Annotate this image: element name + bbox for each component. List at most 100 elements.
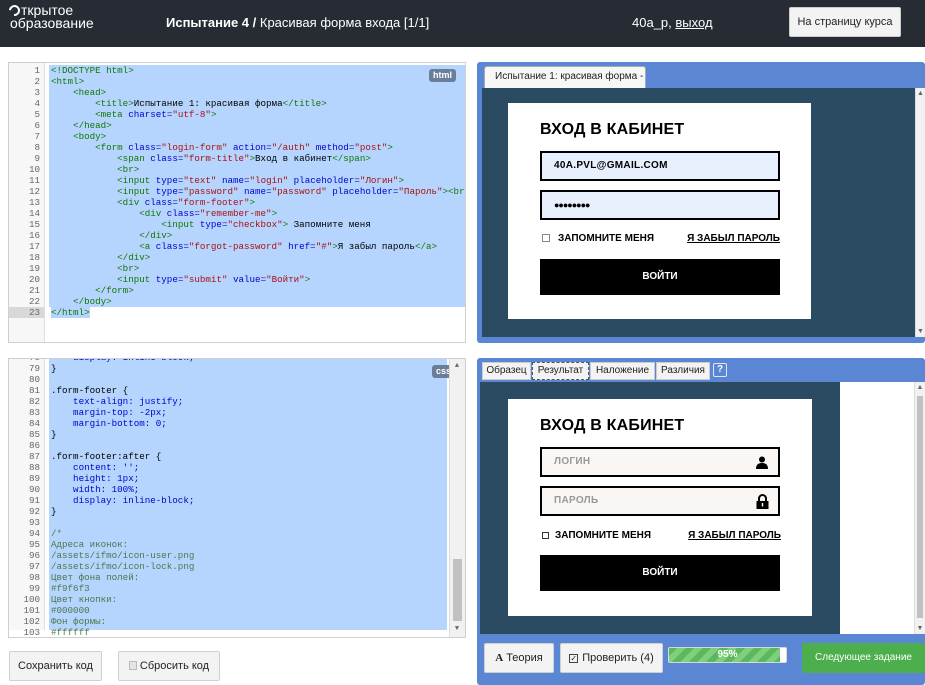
code-line: Фон формы: xyxy=(51,616,107,627)
tab-result[interactable]: Результат xyxy=(532,362,589,380)
line-number: 2 xyxy=(34,76,40,87)
forgot-password-link[interactable]: Я ЗАБЫЛ ПАРОЛЬ xyxy=(687,233,780,244)
line-number: 7 xyxy=(34,131,40,142)
css-scrollbar[interactable]: ▲ ▼ xyxy=(449,359,465,637)
top-bar xyxy=(0,0,925,47)
html-code-area[interactable]: <!DOCTYPE html> <html> <head> <title>Исп… xyxy=(49,63,465,342)
code-line: <div class="form-footer"> xyxy=(49,197,465,208)
remember-checkbox[interactable] xyxy=(542,234,550,242)
line-number: 16 xyxy=(28,230,40,241)
preview-top-scrollbar[interactable]: ▲ ▼ xyxy=(915,88,925,337)
submit-button[interactable]: ВОЙТИ xyxy=(540,259,780,295)
line-number: 95 xyxy=(28,539,40,550)
theory-label: Теория xyxy=(506,652,543,664)
code-line: Цвет кнопки: xyxy=(51,594,118,605)
line-number: 83 xyxy=(28,407,40,418)
scroll-up-arrow-icon[interactable]: ▲ xyxy=(915,384,925,391)
code-line: <head> xyxy=(49,87,465,98)
line-number: 18 xyxy=(28,252,40,263)
code-line: /* xyxy=(51,528,63,539)
code-line: } xyxy=(51,506,57,517)
code-line: width: 100%; xyxy=(51,484,140,495)
code-line: <body> xyxy=(49,131,465,142)
password-input[interactable]: ●●●●●●●● xyxy=(540,190,780,220)
code-line: /assets/ifmo/icon-user.png xyxy=(51,550,195,561)
line-number: 23 xyxy=(9,307,44,318)
line-number: 94 xyxy=(28,528,40,539)
code-line: <br> xyxy=(49,164,465,175)
logo-line2: образование xyxy=(10,15,94,31)
line-number: 21 xyxy=(28,285,40,296)
remember-checkbox[interactable] xyxy=(542,532,549,539)
line-number: 5 xyxy=(34,109,40,120)
code-line: </div> xyxy=(49,252,465,263)
line-number: 8 xyxy=(34,142,40,153)
tab-overlay[interactable]: Наложение xyxy=(590,362,655,380)
html-editor-gutter: 1 2 3 4 5 6 7 8 9 10 11 12 13 14 15 16 17 18 19 20 21 22 23 xyxy=(9,63,45,342)
code-line: <html> xyxy=(49,76,465,87)
line-number: 85 xyxy=(28,429,40,440)
css-editor[interactable]: 7879808182838485868788899091929394959697… xyxy=(8,358,466,638)
line-number: 6 xyxy=(34,120,40,131)
code-line: } xyxy=(51,363,57,374)
code-line: <input type="password" name="password" p… xyxy=(49,186,465,197)
code-line: #000000 xyxy=(51,605,90,616)
scroll-up-arrow-icon[interactable]: ▲ xyxy=(916,90,925,97)
trash-icon xyxy=(128,661,137,670)
login-placeholder: ЛОГИН xyxy=(554,456,591,467)
code-line: <input type="text" name="login" placehol… xyxy=(49,175,465,186)
code-line: #f9f6f3 xyxy=(51,583,90,594)
css-code-area[interactable]: display: inline-block;} .form-footer { te… xyxy=(49,359,447,637)
check-icon: ✓ xyxy=(569,654,579,663)
preview-bottom-scrollbar[interactable]: ▲ ▼ xyxy=(914,382,925,634)
line-number: 88 xyxy=(28,462,40,473)
remember-me[interactable]: ЗАПОМНИТЕ МЕНЯ xyxy=(542,530,651,541)
code-line: content: ''; xyxy=(51,462,140,473)
html-editor[interactable]: 1 2 3 4 5 6 7 8 9 10 11 12 13 14 15 16 17 18 19 20 21 22 23 <!… xyxy=(8,62,466,343)
scroll-down-arrow-icon[interactable]: ▼ xyxy=(916,328,925,335)
preview-viewport-top: ВХОД В КАБИНЕТ 40A.PVL@GMAIL.COM ●●●●●●●… xyxy=(482,88,915,337)
task-title: Испытание 4 / Красивая форма входа [1/1] xyxy=(166,15,429,30)
code-line: <span class="form-title">Вход в кабинет<… xyxy=(49,153,465,164)
theory-button[interactable]: A Теория xyxy=(484,643,554,673)
remember-label: ЗАПОМНИТЕ МЕНЯ xyxy=(558,233,655,244)
remember-me[interactable]: ЗАПОМНИТЕ МЕНЯ xyxy=(542,233,654,244)
check-button[interactable]: ✓ Проверить (4) xyxy=(560,643,663,673)
form-title: ВХОД В КАБИНЕТ xyxy=(540,121,685,138)
login-input[interactable]: ЛОГИН xyxy=(540,447,780,477)
password-input[interactable]: ПАРОЛЬ xyxy=(540,486,780,516)
line-number: 12 xyxy=(28,186,40,197)
line-number: 82 xyxy=(28,396,40,407)
code-line: <meta charset="utf-8"> xyxy=(49,109,465,120)
code-line: <div class="remember-me"> xyxy=(49,208,465,219)
line-number: 87 xyxy=(28,451,40,462)
logout-link[interactable]: выход xyxy=(675,15,712,30)
browser-tab[interactable]: Испытание 1: красивая форма - Н xyxy=(484,66,646,88)
forgot-password-link[interactable]: Я ЗАБЫЛ ПАРОЛЬ xyxy=(688,530,781,541)
css-scrollbar-thumb[interactable] xyxy=(453,559,462,621)
line-number: 103 xyxy=(23,627,40,638)
html-badge: html xyxy=(429,69,456,82)
code-line: height: 1px; xyxy=(51,473,140,484)
submit-button[interactable]: ВОЙТИ xyxy=(540,555,780,591)
scroll-up-arrow-icon[interactable]: ▲ xyxy=(450,361,464,372)
code-line: #ffffff xyxy=(51,627,90,638)
next-task-button[interactable]: Следующее задание xyxy=(802,643,925,673)
course-page-button[interactable]: На страницу курса xyxy=(789,7,901,37)
tab-sample[interactable]: Образец xyxy=(482,362,531,380)
task-title-rest: Красивая форма входа [1/1] xyxy=(256,15,430,30)
logo[interactable]: ткрытое образование xyxy=(6,2,94,31)
line-number: 101 xyxy=(23,605,40,616)
code-line: <br> xyxy=(49,263,465,274)
code-line: .form-footer:after { xyxy=(51,451,162,462)
reset-code-button[interactable]: Сбросить код xyxy=(118,651,220,681)
help-icon[interactable]: ? xyxy=(713,363,727,377)
login-input[interactable]: 40A.PVL@GMAIL.COM xyxy=(540,151,780,181)
scroll-down-arrow-icon[interactable]: ▼ xyxy=(915,625,925,632)
save-code-button[interactable]: Сохранить код xyxy=(9,651,102,681)
tab-differences[interactable]: Различия xyxy=(656,362,710,380)
preview-bottom-scrollbar-thumb[interactable] xyxy=(917,396,923,618)
scroll-down-arrow-icon[interactable]: ▼ xyxy=(450,624,464,635)
